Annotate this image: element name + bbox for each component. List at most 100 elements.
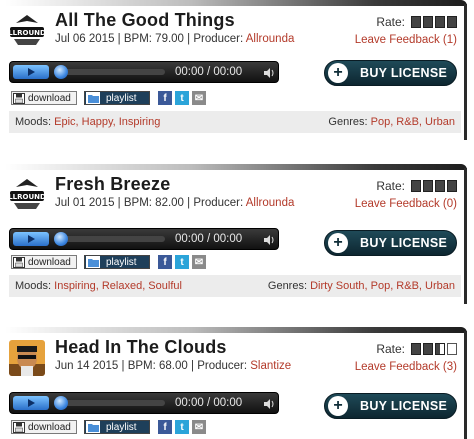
rating-boxes[interactable] (411, 180, 457, 192)
genres-label: Genres: (267, 280, 308, 292)
rating-box[interactable] (411, 16, 421, 28)
genres: Genres: Dirty South, Pop, R&B, Urban (268, 280, 455, 292)
rating-boxes[interactable] (411, 16, 457, 28)
track-actions: download playlist f t ✉ (11, 254, 206, 270)
producer-link[interactable]: Allrounda (246, 33, 295, 45)
volume-icon[interactable] (263, 234, 275, 246)
progress-track[interactable] (55, 400, 165, 406)
download-button[interactable]: download (11, 420, 77, 434)
progress-track[interactable] (55, 236, 165, 242)
time-display: 00:00 / 00:00 (175, 397, 243, 409)
rating-box[interactable] (423, 343, 433, 355)
moods-values[interactable]: Inspiring, Relaxed, Soulful (54, 280, 182, 292)
track-title[interactable]: Fresh Breeze (55, 174, 170, 195)
rating-box[interactable] (411, 343, 421, 355)
share-buttons: f t ✉ (158, 420, 206, 434)
rating-box[interactable] (423, 180, 433, 192)
rating-box[interactable] (411, 180, 421, 192)
rate-label: Rate: (376, 342, 405, 356)
track-bpm: BPM: 68.00 (127, 360, 188, 372)
producer-link[interactable]: Slantize (250, 360, 291, 372)
rate-label: Rate: (376, 15, 405, 29)
track-meta: Jul 01 2015 | BPM: 82.00 | Producer: All… (55, 197, 295, 209)
buy-license-label: BUY LICENSE (360, 236, 448, 250)
card-edge (464, 4, 467, 140)
track-date: Jul 01 2015 (55, 197, 115, 209)
download-button[interactable]: download (11, 255, 77, 269)
playlist-button[interactable]: playlist (84, 255, 150, 269)
tag-bar: Moods: Epic, Happy, Inspiring Genres: Po… (9, 111, 461, 133)
producer-link[interactable]: Allrounda (246, 197, 295, 209)
track-card: Head In The Clouds Jun 14 2015 | BPM: 68… (5, 327, 467, 439)
moods-values[interactable]: Epic, Happy, Inspiring (54, 116, 160, 128)
floppy-disk-icon (13, 92, 25, 104)
moods: Moods: Inspiring, Relaxed, Soulful (15, 280, 182, 292)
volume-icon[interactable] (263, 67, 275, 79)
genres-values[interactable]: Dirty South, Pop, R&B, Urban (310, 280, 455, 292)
buy-license-button[interactable]: + BUY LICENSE (324, 60, 457, 86)
facebook-icon[interactable]: f (158, 420, 172, 434)
play-button[interactable] (13, 232, 49, 246)
buy-license-button[interactable]: + BUY LICENSE (324, 393, 457, 419)
play-icon (27, 399, 35, 407)
play-icon (27, 235, 35, 243)
card-header-bar (5, 164, 467, 170)
play-button[interactable] (13, 396, 49, 410)
moods: Moods: Epic, Happy, Inspiring (15, 116, 160, 128)
download-button[interactable]: download (11, 91, 77, 105)
leave-feedback-link[interactable]: Leave Feedback (0) (355, 198, 457, 210)
moods-label: Moods: (15, 116, 52, 128)
rating-box[interactable] (447, 16, 457, 28)
svg-text:ALLROUNDA: ALLROUNDA (8, 193, 46, 201)
audio-player: 00:00 / 00:00 (9, 61, 279, 83)
twitter-icon[interactable]: t (175, 91, 189, 105)
allrounda-logo: ALLROUNDA (8, 179, 46, 209)
facebook-icon[interactable]: f (158, 91, 172, 105)
track-bpm: BPM: 82.00 (123, 197, 184, 209)
rating-box[interactable] (447, 180, 457, 192)
rate-label: Rate: (376, 179, 405, 193)
genres-values[interactable]: Pop, R&B, Urban (371, 116, 455, 128)
twitter-icon[interactable]: t (175, 420, 189, 434)
email-icon[interactable]: ✉ (192, 255, 206, 269)
progress-handle[interactable] (54, 232, 68, 246)
rating: Rate: (376, 179, 457, 193)
track-card: ALLROUNDA All The Good Things Jul 06 201… (5, 0, 467, 140)
progress-track[interactable] (55, 69, 165, 75)
rating-boxes[interactable] (411, 343, 457, 355)
plus-icon: + (328, 233, 348, 253)
rating-box[interactable] (435, 16, 445, 28)
genres-label: Genres: (328, 116, 368, 128)
progress-handle[interactable] (54, 396, 68, 410)
volume-icon[interactable] (263, 398, 275, 410)
playlist-label: playlist (106, 256, 137, 268)
card-header-bar (5, 0, 467, 6)
email-icon[interactable]: ✉ (192, 91, 206, 105)
facebook-icon[interactable]: f (158, 255, 172, 269)
rating-box[interactable] (423, 16, 433, 28)
play-icon (27, 68, 35, 76)
progress-handle[interactable] (54, 65, 68, 79)
buy-license-label: BUY LICENSE (360, 66, 448, 80)
playlist-button[interactable]: playlist (84, 420, 150, 434)
track-actions: download playlist f t ✉ (11, 90, 206, 106)
producer-avatar (9, 340, 45, 376)
leave-feedback-link[interactable]: Leave Feedback (1) (355, 34, 457, 46)
email-icon[interactable]: ✉ (192, 420, 206, 434)
track-meta: Jul 06 2015 | BPM: 79.00 | Producer: All… (55, 33, 295, 45)
track-title[interactable]: All The Good Things (55, 10, 235, 31)
track-bpm: BPM: 79.00 (123, 33, 184, 45)
twitter-icon[interactable]: t (175, 255, 189, 269)
track-date: Jun 14 2015 (55, 360, 119, 372)
time-display: 00:00 / 00:00 (175, 66, 243, 78)
play-button[interactable] (13, 65, 49, 79)
playlist-label: playlist (106, 92, 137, 104)
leave-feedback-link[interactable]: Leave Feedback (3) (355, 361, 457, 373)
track-title[interactable]: Head In The Clouds (55, 337, 227, 358)
playlist-button[interactable]: playlist (84, 91, 150, 105)
floppy-disk-icon (13, 256, 25, 268)
buy-license-button[interactable]: + BUY LICENSE (324, 230, 457, 256)
rating-box[interactable] (435, 343, 445, 355)
rating-box[interactable] (435, 180, 445, 192)
rating-box[interactable] (447, 343, 457, 355)
